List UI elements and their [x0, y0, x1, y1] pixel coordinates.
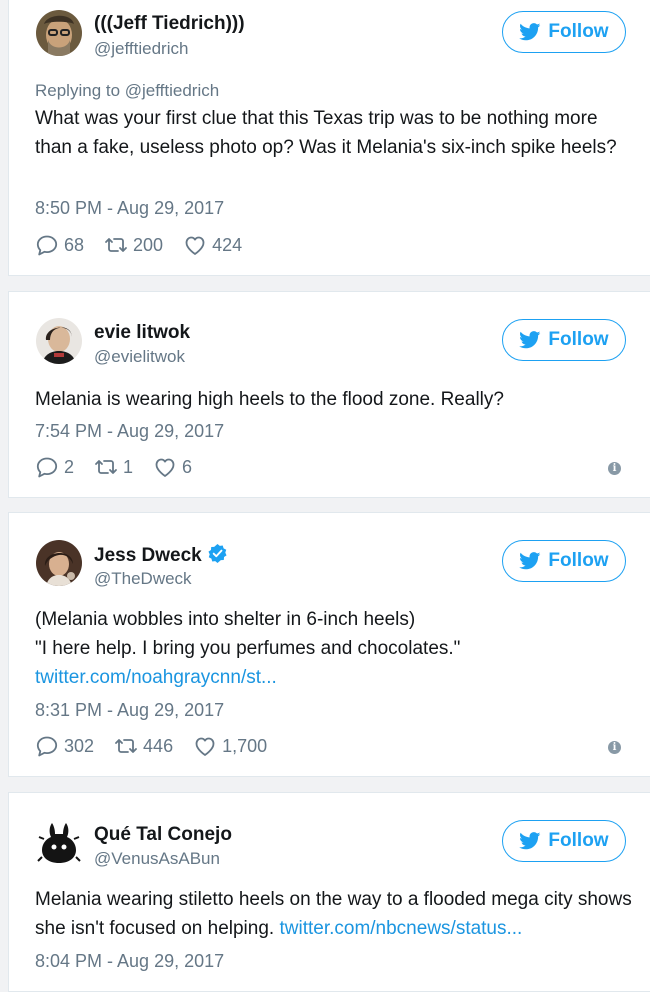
tweet-actions: 2 1 6	[35, 456, 212, 478]
display-name-text: Jess Dweck	[94, 545, 202, 566]
tweet-text: What was your first clue that this Texas…	[35, 108, 617, 158]
follow-label: Follow	[548, 329, 609, 350]
reply-count: 302	[64, 735, 95, 756]
retweet-icon	[104, 234, 128, 256]
reply-count: 68	[64, 234, 85, 255]
avatar[interactable]	[36, 819, 82, 865]
retweet-count: 200	[133, 234, 164, 255]
tweet-card: Jess Dweck @TheDweck Follow (Melania wob…	[8, 512, 650, 777]
tweet-link[interactable]: twitter.com/nbcnews/status...	[279, 918, 522, 939]
like-count: 424	[212, 234, 243, 255]
timestamp[interactable]: 7:54 PM - Aug 29, 2017	[35, 421, 224, 442]
reply-icon	[35, 234, 59, 256]
like-button[interactable]: 1,700	[193, 735, 267, 757]
info-icon[interactable]: i	[608, 462, 621, 475]
user-handle[interactable]: @TheDweck	[94, 569, 192, 589]
user-handle[interactable]: @VenusAsABun	[94, 849, 220, 869]
verified-badge-icon	[208, 544, 227, 563]
follow-label: Follow	[548, 21, 609, 42]
timestamp[interactable]: 8:50 PM - Aug 29, 2017	[35, 198, 224, 219]
follow-label: Follow	[548, 830, 609, 851]
follow-button[interactable]: Follow	[502, 11, 626, 53]
twitter-bird-icon	[519, 23, 541, 41]
reply-button[interactable]: 2	[35, 456, 74, 478]
follow-button[interactable]: Follow	[502, 820, 626, 862]
avatar[interactable]	[36, 540, 82, 586]
avatar[interactable]	[36, 318, 82, 364]
tweet-card: evie litwok @evielitwok Follow Melania i…	[8, 291, 650, 498]
tweet-actions: 68 200 424	[35, 234, 262, 256]
like-icon	[183, 234, 207, 256]
twitter-bird-icon	[519, 832, 541, 850]
reply-count: 2	[64, 456, 75, 477]
info-icon[interactable]: i	[608, 741, 621, 754]
retweet-count: 1	[123, 456, 134, 477]
like-count: 1,700	[222, 735, 268, 756]
retweet-count: 446	[143, 735, 174, 756]
reply-icon	[35, 735, 59, 757]
tweet-text: Melania is wearing high heels to the flo…	[35, 389, 504, 410]
like-icon	[153, 456, 177, 478]
reply-icon	[35, 456, 59, 478]
retweet-icon	[94, 456, 118, 478]
tweet-text: Melania wearing stiletto heels on the wa…	[35, 885, 635, 943]
reply-button[interactable]: 68	[35, 234, 84, 256]
like-button[interactable]: 424	[183, 234, 242, 256]
timestamp[interactable]: 8:31 PM - Aug 29, 2017	[35, 700, 224, 721]
user-handle[interactable]: @evielitwok	[94, 347, 185, 367]
display-name[interactable]: (((Jeff Tiedrich)))	[94, 13, 245, 35]
tweet-text-line: (Melania wobbles into shelter in 6-inch …	[35, 609, 416, 630]
display-name[interactable]: Jess Dweck	[94, 544, 227, 567]
follow-label: Follow	[548, 550, 609, 571]
like-icon	[193, 735, 217, 757]
timestamp[interactable]: 8:04 PM - Aug 29, 2017	[35, 951, 224, 972]
user-handle[interactable]: @jefftiedrich	[94, 39, 188, 59]
retweet-icon	[114, 735, 138, 757]
tweet-text: (Melania wobbles into shelter in 6-inch …	[35, 605, 635, 692]
tweet-card: Qué Tal Conejo @VenusAsABun Follow Melan…	[8, 792, 650, 992]
follow-button[interactable]: Follow	[502, 540, 626, 582]
like-count: 6	[182, 456, 193, 477]
reply-button[interactable]: 302	[35, 735, 94, 757]
display-name[interactable]: Qué Tal Conejo	[94, 824, 232, 846]
twitter-bird-icon	[519, 552, 541, 570]
retweet-button[interactable]: 446	[114, 735, 173, 757]
tweet-link[interactable]: twitter.com/noahgraycnn/st...	[35, 663, 635, 692]
tweet-actions: 302 446 1,700	[35, 735, 287, 757]
follow-button[interactable]: Follow	[502, 319, 626, 361]
display-name[interactable]: evie litwok	[94, 322, 190, 344]
replying-to[interactable]: Replying to @jefftiedrich	[35, 81, 219, 101]
tweet-text-line: "I here help. I bring you perfumes and c…	[35, 638, 461, 659]
retweet-button[interactable]: 200	[104, 234, 163, 256]
twitter-bird-icon	[519, 331, 541, 349]
tweet-card: (((Jeff Tiedrich))) @jefftiedrich Follow…	[8, 0, 650, 276]
retweet-button[interactable]: 1	[94, 456, 133, 478]
avatar[interactable]	[36, 10, 82, 56]
like-button[interactable]: 6	[153, 456, 192, 478]
